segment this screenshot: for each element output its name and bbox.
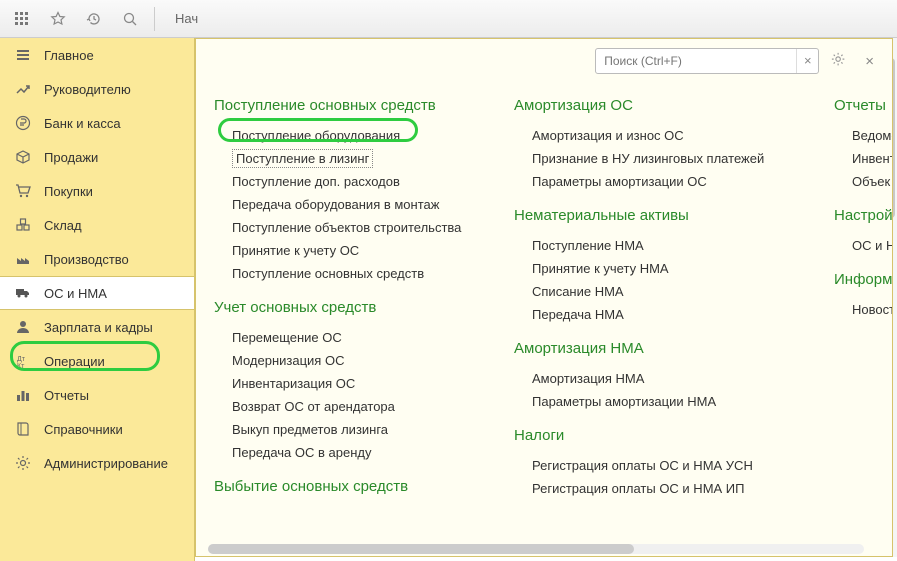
book-icon xyxy=(14,421,32,437)
sidebar-item-catalog[interactable]: Справочники xyxy=(0,412,194,446)
apps-icon[interactable] xyxy=(8,5,36,33)
sidebar-item-purchases[interactable]: Покупки xyxy=(0,174,194,208)
history-icon[interactable] xyxy=(80,5,108,33)
menu-link[interactable]: Объек xyxy=(834,170,892,193)
settings-button[interactable] xyxy=(827,48,851,75)
operations-icon: ДтКт xyxy=(14,353,32,369)
sidebar-label: Главное xyxy=(44,48,94,63)
menu-link[interactable]: Модернизация ОС xyxy=(214,349,474,372)
sidebar-label: Справочники xyxy=(44,422,123,437)
menu-link[interactable]: Списание НМА xyxy=(514,280,794,303)
tab-home[interactable]: Нач xyxy=(165,3,208,34)
sidebar-item-assets[interactable]: ОС и НМА xyxy=(0,276,194,310)
menu-link[interactable]: Поступление объектов строительства xyxy=(214,216,474,239)
sidebar-label: Отчеты xyxy=(44,388,89,403)
menu-link[interactable]: Признание в НУ лизинговых платежей xyxy=(514,147,794,170)
menu-link[interactable]: Регистрация оплаты ОС и НМА УСН xyxy=(514,454,794,477)
sidebar-label: Производство xyxy=(44,252,129,267)
group-title[interactable]: Отчеты xyxy=(834,97,892,114)
sidebar-label: Зарплата и кадры xyxy=(44,320,153,335)
menu-link[interactable]: Принятие к учету НМА xyxy=(514,257,794,280)
svg-text:Дт: Дт xyxy=(17,356,26,363)
menu-link[interactable]: Передача ОС в аренду xyxy=(214,441,474,464)
sidebar-label: Продажи xyxy=(44,150,98,165)
person-icon xyxy=(14,319,32,335)
sidebar-item-reports[interactable]: Отчеты xyxy=(0,378,194,412)
menu-link[interactable]: Поступление доп. расходов xyxy=(214,170,474,193)
sidebar-item-operations[interactable]: ДтКт Операции xyxy=(0,344,194,378)
svg-text:Кт: Кт xyxy=(17,363,25,369)
sidebar-label: Склад xyxy=(44,218,82,233)
sidebar-item-manager[interactable]: Руководителю xyxy=(0,72,194,106)
group-title[interactable]: Информ xyxy=(834,271,892,288)
menu-link[interactable]: Принятие к учету ОС xyxy=(214,239,474,262)
group-title[interactable]: Учет основных средств xyxy=(214,299,474,316)
group-title[interactable]: Настрой xyxy=(834,207,892,224)
menu-link[interactable]: Ведомо xyxy=(834,124,892,147)
clear-search-button[interactable]: × xyxy=(796,49,818,73)
menu-link[interactable]: Амортизация НМА xyxy=(514,367,794,390)
group-title[interactable]: Нематериальные активы xyxy=(514,207,794,224)
sidebar-label: Покупки xyxy=(44,184,93,199)
menu-link[interactable]: Перемещение ОС xyxy=(214,326,474,349)
top-toolbar: Нач xyxy=(0,0,897,38)
menu-link[interactable]: Возврат ОС от арендатора xyxy=(214,395,474,418)
horizontal-scrollbar[interactable] xyxy=(208,544,864,554)
function-panel: × × Поступление основных средств Поступл… xyxy=(195,38,893,557)
menu-link[interactable]: Поступление основных средств xyxy=(214,262,474,285)
column-3: Отчеты Ведомо Инвент Объек Настрой ОС и … xyxy=(834,83,892,550)
bars-icon xyxy=(14,387,32,403)
menu-link[interactable]: Параметры амортизации НМА xyxy=(514,390,794,413)
truck-icon xyxy=(14,285,32,301)
menu-link[interactable]: ОС и Н xyxy=(834,234,892,257)
group-title[interactable]: Амортизация ОС xyxy=(514,97,794,114)
menu-link-leasing[interactable]: Поступление в лизинг xyxy=(232,149,373,168)
group-title[interactable]: Поступление основных средств xyxy=(214,97,474,114)
chart-up-icon xyxy=(14,81,32,97)
home-icon xyxy=(14,47,32,63)
sidebar-label: Администрирование xyxy=(44,456,168,471)
factory-icon xyxy=(14,251,32,267)
menu-link[interactable]: Параметры амортизации ОС xyxy=(514,170,794,193)
group-title[interactable]: Выбытие основных средств xyxy=(214,478,474,495)
menu-link[interactable]: Инвентаризация ОС xyxy=(214,372,474,395)
ruble-icon xyxy=(14,115,32,131)
menu-link[interactable]: Регистрация оплаты ОС и НМА ИП xyxy=(514,477,794,500)
sidebar-item-bank[interactable]: Банк и касса xyxy=(0,106,194,140)
toolbar-divider xyxy=(154,7,155,31)
menu-link[interactable]: Выкуп предметов лизинга xyxy=(214,418,474,441)
menu-link[interactable]: Поступление НМА xyxy=(514,234,794,257)
menu-link[interactable]: Инвент xyxy=(834,147,892,170)
column-1: Поступление основных средств Поступление… xyxy=(214,83,474,550)
column-2: Амортизация ОС Амортизация и износ ОС Пр… xyxy=(514,83,794,550)
cart-icon xyxy=(14,183,32,199)
menu-link[interactable]: Передача НМА xyxy=(514,303,794,326)
boxes-icon xyxy=(14,217,32,233)
search-icon[interactable] xyxy=(116,5,144,33)
star-icon[interactable] xyxy=(44,5,72,33)
sidebar-label: Руководителю xyxy=(44,82,131,97)
menu-link[interactable]: Новост xyxy=(834,298,892,321)
group-title[interactable]: Налоги xyxy=(514,427,794,444)
package-icon xyxy=(14,149,32,165)
search-input[interactable] xyxy=(596,54,796,68)
sidebar-item-production[interactable]: Производство xyxy=(0,242,194,276)
sidebar-item-sales[interactable]: Продажи xyxy=(0,140,194,174)
sidebar: Главное Руководителю Банк и касса Продаж… xyxy=(0,38,195,561)
sidebar-item-main[interactable]: Главное xyxy=(0,38,194,72)
sidebar-item-admin[interactable]: Администрирование xyxy=(0,446,194,480)
sidebar-item-warehouse[interactable]: Склад xyxy=(0,208,194,242)
sidebar-label: Операции xyxy=(44,354,105,369)
sidebar-label: ОС и НМА xyxy=(44,286,107,301)
search-box: × xyxy=(595,48,819,74)
group-title[interactable]: Амортизация НМА xyxy=(514,340,794,357)
sidebar-item-hr[interactable]: Зарплата и кадры xyxy=(0,310,194,344)
menu-link[interactable]: Амортизация и износ ОС xyxy=(514,124,794,147)
gear-icon xyxy=(14,455,32,471)
menu-link[interactable]: Передача оборудования в монтаж xyxy=(214,193,474,216)
menu-link[interactable]: Поступление оборудования xyxy=(214,124,474,147)
close-panel-button[interactable]: × xyxy=(859,49,880,74)
sidebar-label: Банк и касса xyxy=(44,116,121,131)
